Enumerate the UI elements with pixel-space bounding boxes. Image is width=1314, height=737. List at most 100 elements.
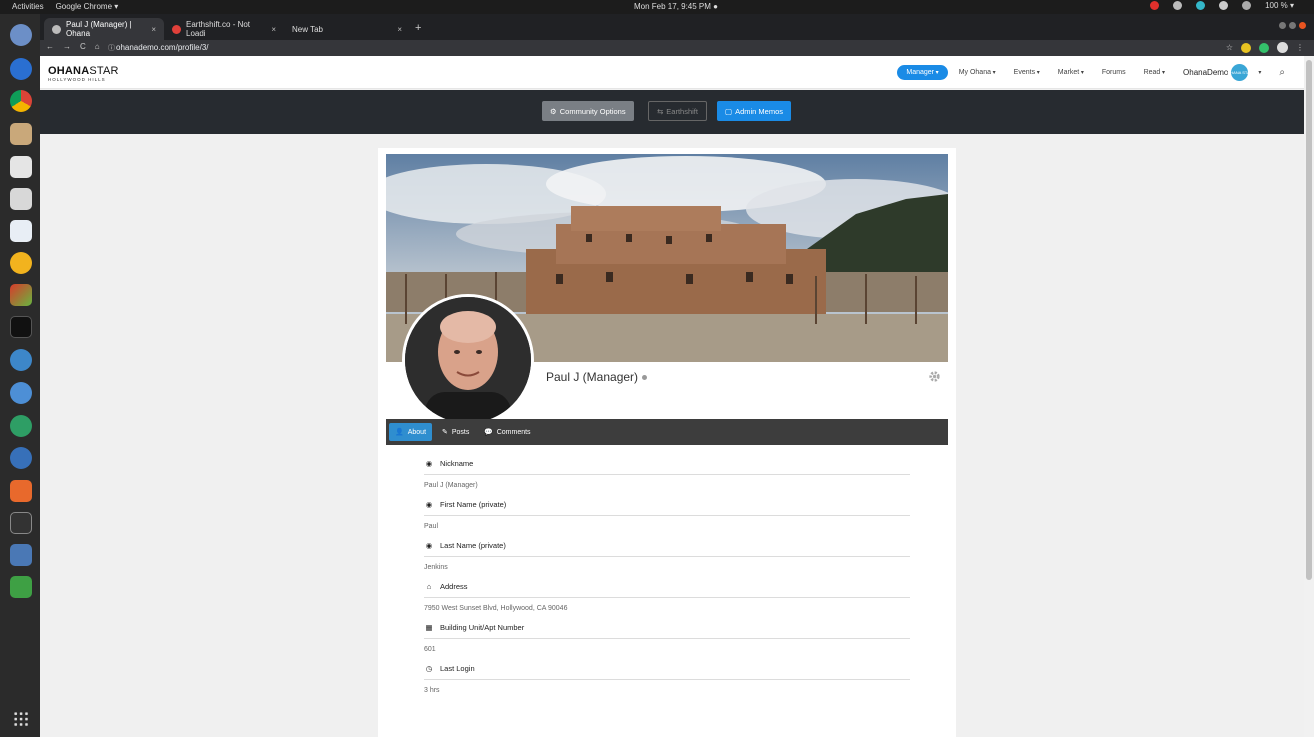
home-icon[interactable]: ⌂ — [95, 42, 100, 51]
tab-about[interactable]: 👤 About — [389, 423, 433, 441]
admin-memos-button[interactable]: ▢ Admin Memos — [717, 101, 792, 121]
tab-close-icon[interactable]: × — [151, 25, 156, 34]
tab-comments-label: Comments — [496, 428, 531, 436]
spreadsheet-icon[interactable] — [10, 576, 32, 598]
extension-icon[interactable] — [1241, 42, 1251, 53]
forward-icon[interactable]: → — [63, 42, 71, 51]
camera-icon[interactable] — [10, 188, 32, 210]
search-icon[interactable]: ⌕ — [1270, 67, 1294, 78]
tab-strip: Paul J (Manager) | Ohana × Earthshift.co… — [40, 14, 1314, 40]
user-circle-icon: ◉ — [425, 540, 433, 550]
url-field[interactable]: ohanademo.com/profile/3/ — [116, 43, 209, 52]
close-window-icon[interactable] — [1299, 22, 1306, 29]
browser-window: Paul J (Manager) | Ohana × Earthshift.co… — [40, 14, 1314, 737]
tree-app-icon[interactable] — [10, 415, 32, 437]
page-scrollbar[interactable] — [1304, 56, 1314, 737]
extension-icon[interactable] — [1259, 42, 1269, 53]
new-tab-button[interactable]: + — [415, 22, 421, 34]
nav-my-ohana[interactable]: My Ohana — [950, 69, 1005, 76]
nav-manager[interactable]: Manager — [897, 65, 948, 80]
tab-close-icon[interactable]: × — [271, 25, 276, 34]
user-circle-icon: ◉ — [425, 499, 433, 509]
scrollbar-thumb[interactable] — [1306, 60, 1312, 580]
chrome-icon[interactable] — [10, 90, 32, 112]
site-logo[interactable]: OHANASTAR HOLLYWOOD HILLS — [48, 65, 119, 82]
system-clock[interactable]: Mon Feb 17, 9:45 PM ● — [634, 2, 718, 11]
field-label: Last Name (private) — [440, 540, 506, 550]
logo-subtitle: HOLLYWOOD HILLS — [48, 77, 106, 82]
pencil-icon: ✎ — [442, 429, 448, 436]
site-navbar: OHANASTAR HOLLYWOOD HILLS Manager My Oha… — [40, 56, 1304, 89]
profile-tabs: 👤 About ✎ Posts 💬 Comments — [386, 419, 948, 445]
tab-posts[interactable]: ✎ Posts — [436, 423, 475, 441]
app-menu[interactable]: Google Chrome ▾ — [56, 2, 119, 11]
editor-icon[interactable] — [10, 382, 32, 404]
files-icon[interactable] — [10, 123, 32, 145]
nav-read[interactable]: Read — [1135, 69, 1174, 76]
profile-avatar[interactable] — [402, 294, 534, 426]
site-info-icon[interactable]: ⓘ — [108, 43, 115, 53]
maximize-icon[interactable] — [1289, 22, 1296, 29]
reload-icon[interactable]: C — [80, 42, 86, 51]
home-icon: ⌂ — [426, 581, 432, 591]
sync-tray-icon[interactable] — [1196, 1, 1206, 10]
cogs-icon: ⚙ — [550, 106, 557, 116]
community-options-button[interactable]: ⚙ Community Options — [542, 101, 634, 121]
menu-kebab-icon[interactable]: ⋮ — [1296, 43, 1304, 52]
software-center-icon[interactable] — [10, 480, 32, 502]
bitwarden-icon[interactable] — [10, 447, 32, 469]
user-icon: 👤 — [395, 429, 404, 436]
tab-posts-label: Posts — [451, 428, 470, 436]
profile-card: Paul J (Manager) 👤 About ✎ Posts 💬 Comme… — [378, 148, 956, 737]
globe-icon — [52, 24, 61, 34]
field-value: 3 hrs — [424, 687, 440, 694]
nav-events[interactable]: Events — [1005, 69, 1049, 76]
dropbox-tray-icon[interactable] — [1219, 1, 1229, 10]
window-controls — [1279, 22, 1306, 29]
cloud-tray-icon[interactable] — [1173, 1, 1183, 10]
battery-status[interactable]: 100 % ▾ — [1265, 1, 1294, 10]
field-value: Paul — [424, 523, 439, 530]
status-dot-icon — [642, 375, 648, 381]
tab-close-icon[interactable]: × — [397, 25, 402, 34]
earthshift-button[interactable]: ⇆ Earthshift — [648, 101, 707, 121]
software-updater-icon[interactable] — [10, 24, 32, 46]
network-tray-icon[interactable] — [1242, 1, 1252, 10]
basket-icon[interactable] — [10, 252, 32, 274]
paint-icon[interactable] — [10, 284, 32, 306]
mail-icon[interactable] — [10, 156, 32, 178]
tab-comments[interactable]: 💬 Comments — [478, 423, 537, 441]
chromium-icon[interactable] — [10, 58, 32, 80]
profile-name: Paul J (Manager) — [546, 370, 648, 384]
remote-desktop-icon[interactable] — [10, 544, 32, 566]
document-viewer-icon[interactable] — [10, 316, 32, 338]
tab-profile[interactable]: Paul J (Manager) | Ohana × — [44, 18, 164, 40]
field-last-login: ◷ Last Login 3 hrs — [424, 661, 910, 694]
profile-avatar-icon[interactable] — [1277, 42, 1288, 53]
tab-earthshift[interactable]: Earthshift.co - Not Loadi × — [164, 18, 284, 40]
terminal-icon[interactable] — [10, 512, 32, 534]
simplenote-icon[interactable] — [10, 349, 32, 371]
admin-bar: ⚙ Community Options ⇆ Earthshift ▢ Admin… — [40, 90, 1304, 134]
tab-title: Earthshift.co - Not Loadi — [186, 20, 251, 38]
calendar-icon[interactable] — [10, 220, 32, 242]
back-icon[interactable]: ← — [46, 42, 54, 51]
nav-forums[interactable]: Forums — [1093, 69, 1135, 76]
comment-icon: 💬 — [484, 429, 493, 436]
tab-title: Paul J (Manager) | Ohana — [66, 20, 132, 38]
activities-button[interactable]: Activities — [12, 2, 44, 11]
tab-title: New Tab — [292, 24, 323, 34]
show-apps-icon[interactable] — [13, 711, 29, 727]
tab-new[interactable]: New Tab × — [284, 18, 410, 40]
gear-icon[interactable] — [928, 370, 941, 388]
minimize-icon[interactable] — [1279, 22, 1286, 29]
record-tray-icon[interactable] — [1150, 1, 1160, 10]
nav-user-menu[interactable]: OhanaDemo OHANA STAR ▾ — [1174, 64, 1270, 81]
memo-icon: ▢ — [725, 106, 733, 116]
profile-name-text: Paul J (Manager) — [546, 370, 639, 384]
nav-market[interactable]: Market — [1049, 69, 1093, 76]
profile-portrait-image — [405, 297, 531, 423]
bookmark-star-icon[interactable]: ☆ — [1226, 43, 1233, 52]
dock — [0, 14, 40, 737]
field-value: 601 — [424, 646, 436, 653]
